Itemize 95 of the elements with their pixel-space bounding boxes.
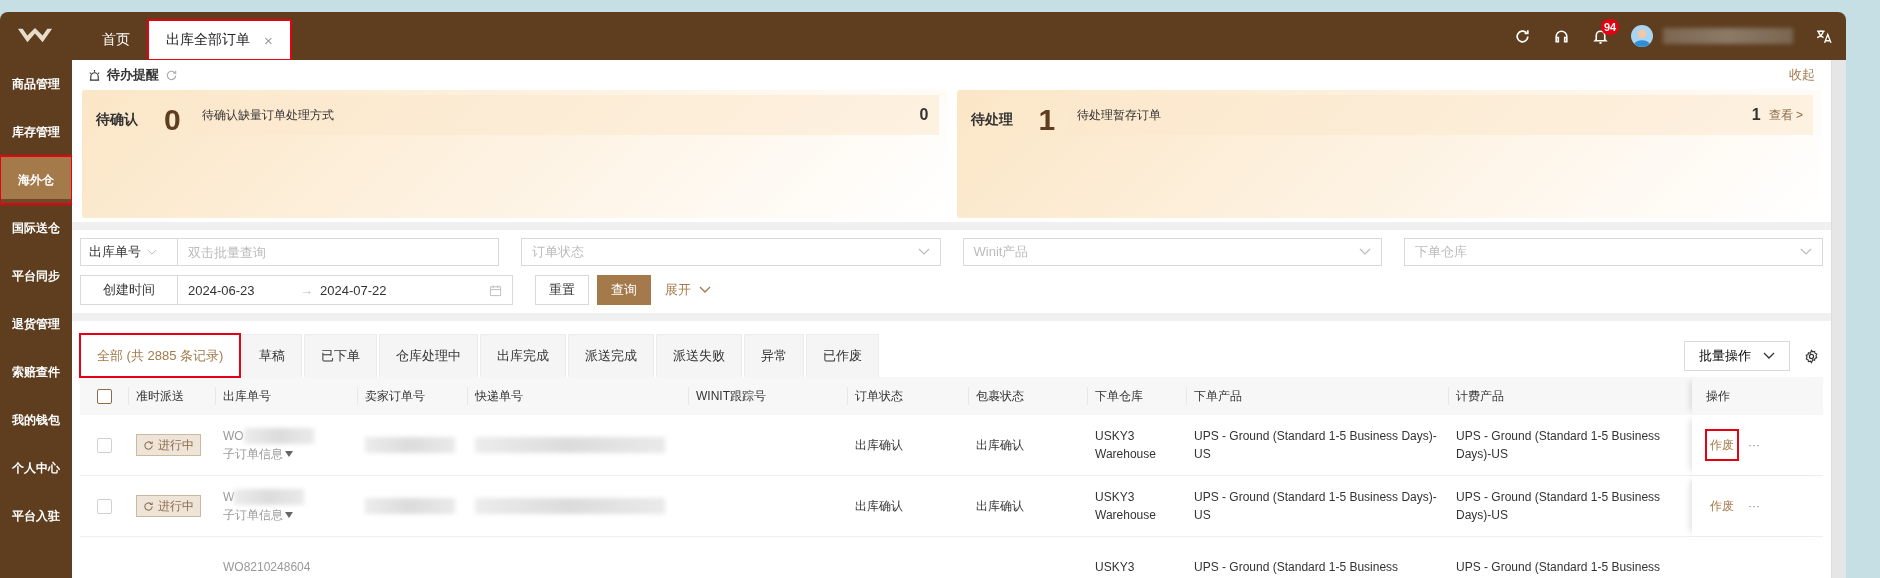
chevron-down-icon xyxy=(1763,352,1775,360)
chevron-down-icon xyxy=(917,248,930,256)
status-tab[interactable]: 异常 xyxy=(744,334,805,377)
table-cell-text: UPS - Ground (Standard 1-5 Business xyxy=(1456,559,1661,576)
batch-actions-button[interactable]: 批量操作 xyxy=(1684,341,1790,371)
more-menu[interactable]: ··· xyxy=(1748,436,1760,454)
sidebar-item[interactable]: 个人中心 xyxy=(0,444,72,492)
avatar[interactable] xyxy=(1631,25,1653,47)
sidebar-item[interactable]: 海外仓 xyxy=(0,156,72,204)
page-tab[interactable]: 首页 xyxy=(84,20,148,60)
status-tab[interactable]: 全部 (共 2885 条记录) xyxy=(80,334,241,377)
column-header: 卖家订单号 xyxy=(365,387,425,405)
chevron-down-icon xyxy=(1358,248,1371,256)
card-label: 待确认 xyxy=(96,111,139,129)
table-cell-text: 出库确认 xyxy=(976,498,1024,515)
row-checkbox[interactable] xyxy=(96,498,112,514)
calendar-icon xyxy=(489,283,502,297)
column-header: 操作 xyxy=(1706,387,1730,405)
search-button[interactable]: 查询 xyxy=(597,275,651,305)
search-field[interactable]: 双击批量查询 xyxy=(178,238,500,266)
column-header: 出库单号 xyxy=(223,387,271,405)
page-tab[interactable]: 出库全部订单 × xyxy=(148,20,291,60)
view-link[interactable]: 查看 > xyxy=(1768,106,1803,124)
sidebar-item[interactable]: 索赔查件 xyxy=(0,348,72,396)
table-cell-text: UPS - Ground (Standard 1-5 Business Days)-US xyxy=(1194,489,1438,524)
sidebar-item[interactable]: 平台同步 xyxy=(0,252,72,300)
sidebar-item[interactable]: 国际送仓 xyxy=(0,204,72,252)
row-checkbox[interactable] xyxy=(96,437,112,453)
task-description: 待处理暂存订单 xyxy=(1076,106,1161,124)
table-cell-text: UPS - Ground (Standard 1-5 Business Days)-US xyxy=(1456,489,1662,524)
collapse-link[interactable]: 收起 xyxy=(1789,66,1815,84)
translate-icon[interactable] xyxy=(1815,27,1832,45)
settings-icon[interactable] xyxy=(1804,349,1819,364)
caret-down-icon xyxy=(285,512,293,518)
notification-badge: 94 xyxy=(1601,18,1620,35)
reset-button[interactable]: 重置 xyxy=(535,275,589,305)
refresh-icon xyxy=(143,439,154,451)
chevron-down-icon xyxy=(147,248,157,256)
date-range-field[interactable]: 2024-06-23 → 2024-07-22 xyxy=(178,275,513,305)
expand-button[interactable]: 展开 xyxy=(659,281,717,299)
more-menu[interactable]: ··· xyxy=(1748,497,1760,515)
status-tag: 进行中 xyxy=(136,495,201,517)
void-link[interactable]: 作废 xyxy=(1706,430,1738,460)
column-header: 订单状态 xyxy=(855,387,903,405)
status-tab[interactable]: 已下单 xyxy=(304,334,378,377)
reminder-title: 待办提醒 xyxy=(107,66,159,84)
status-tab[interactable]: 出库完成 xyxy=(480,334,567,377)
task-count: 0 xyxy=(919,106,929,124)
sidebar-item[interactable]: 商品管理 xyxy=(0,60,72,108)
select-all-checkbox[interactable] xyxy=(96,388,112,404)
sidebar-item[interactable]: 库存管理 xyxy=(0,108,72,156)
table-cell-text: UPS - Ground (Standard 1-5 Business Days)-US xyxy=(1456,428,1662,463)
refresh-icon[interactable] xyxy=(1514,27,1531,45)
table-cell-text: UPS - Ground (Standard 1-5 Business xyxy=(1194,559,1399,576)
logo-icon xyxy=(16,26,54,45)
column-header: 快递单号 xyxy=(475,387,523,405)
void-link[interactable]: 作废 xyxy=(1706,491,1738,521)
refresh-icon xyxy=(143,500,154,512)
column-header: WINIT跟踪号 xyxy=(696,387,766,405)
task-description: 待确认缺量订单处理方式 xyxy=(202,106,334,124)
sidebar-item[interactable]: 我的钱包 xyxy=(0,396,72,444)
table-cell-text: 出库确认 xyxy=(976,437,1024,454)
redaction-blur xyxy=(234,489,305,505)
table-cell-text: 出库确认 xyxy=(855,437,903,454)
chevron-down-icon xyxy=(1800,248,1812,256)
sidebar-item[interactable]: 平台入驻 xyxy=(0,492,72,540)
scrollbar[interactable] xyxy=(1831,60,1846,578)
headset-icon[interactable] xyxy=(1553,27,1570,45)
table-cell-text: 出库确认 xyxy=(855,498,903,515)
card-label: 待处理 xyxy=(970,111,1014,129)
column-header: 下单产品 xyxy=(1194,387,1242,405)
column-header: 计费产品 xyxy=(1456,387,1504,405)
table-cell-text: USKY3 Warehouse xyxy=(1095,489,1157,524)
table-cell-text: UPS - Ground (Standard 1-5 Business Days)-US xyxy=(1194,428,1438,463)
table-cell-text: USKY3 xyxy=(1095,559,1135,576)
sidebar-item[interactable]: 退货管理 xyxy=(0,300,72,348)
card-count: 0 xyxy=(164,103,182,137)
column-header: 包裹状态 xyxy=(976,387,1024,405)
status-tab[interactable]: 仓库处理中 xyxy=(379,334,479,377)
status-tab[interactable]: 派送失败 xyxy=(656,334,743,377)
table-cell-text: USKY3 Warehouse xyxy=(1095,428,1157,463)
field-type-select[interactable]: 出库单号 xyxy=(80,238,178,266)
redaction-blur xyxy=(243,428,314,444)
status-tab[interactable]: 草稿 xyxy=(242,334,303,377)
card-count: 1 xyxy=(1038,103,1057,137)
caret-down-icon xyxy=(285,451,293,457)
status-tab[interactable]: 已作废 xyxy=(806,334,880,377)
chevron-down-icon xyxy=(699,286,711,294)
status-tab[interactable]: 派送完成 xyxy=(568,334,655,377)
status-tag: 进行中 xyxy=(136,434,201,456)
date-type-label[interactable]: 创建时间 xyxy=(80,275,178,305)
column-header: 下单仓库 xyxy=(1095,387,1143,405)
task-count: 1 xyxy=(1751,106,1761,124)
column-header: 准时派送 xyxy=(136,387,184,405)
alarm-icon xyxy=(88,68,101,82)
